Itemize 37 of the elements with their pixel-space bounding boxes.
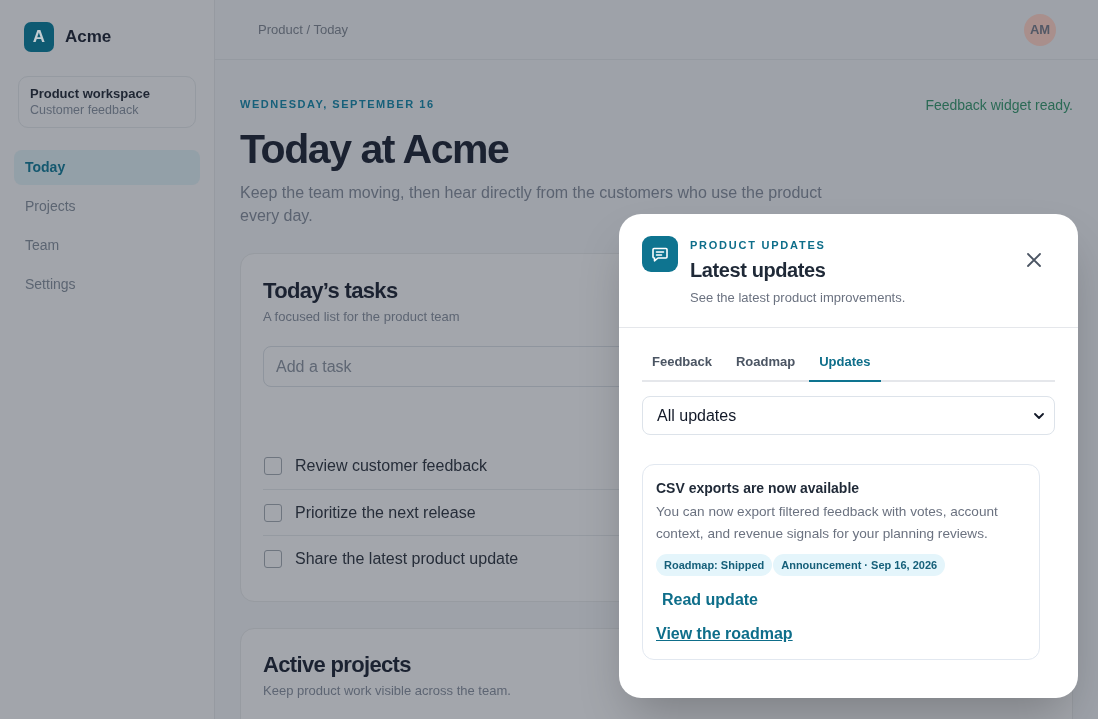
update-tag: Announcement · Sep 16, 2026 xyxy=(773,554,946,576)
chat-bubble-icon xyxy=(642,236,678,272)
status-message: Feedback widget ready. xyxy=(925,96,1073,115)
tab[interactable]: Updates xyxy=(809,344,881,382)
chevron-down-icon xyxy=(1034,412,1044,419)
breadcrumb: Product / Today xyxy=(258,20,349,39)
task-label: Review customer feedback xyxy=(295,456,488,476)
app-name: Acme xyxy=(65,26,112,49)
logo-mark: A xyxy=(24,22,54,52)
update-description: You can now export filtered feedback with votes, account context, and revenue signals for your planning reviews. xyxy=(656,503,999,543)
dialog-description: See the latest product improvements. xyxy=(690,289,906,307)
tab[interactable]: Feedback xyxy=(642,344,722,382)
close-icon xyxy=(1027,253,1041,267)
card-title: Active projects xyxy=(263,651,411,679)
roadmap-link[interactable]: View the roadmap xyxy=(656,623,793,645)
card-title: Today’s tasks xyxy=(263,277,398,305)
page-description: Keep the team moving, then hear directly from the customers who use the product every day. xyxy=(240,183,823,226)
dialog-eyebrow: PRODUCT UPDATES xyxy=(690,238,826,252)
workspace-description: Customer feedback xyxy=(30,102,139,118)
date-label: WEDNESDAY, SEPTEMBER 16 xyxy=(240,96,435,112)
page-title: Today at Acme xyxy=(240,125,509,174)
workspace-name: Product workspace xyxy=(30,86,150,102)
read-update-button[interactable]: Read update xyxy=(656,583,764,617)
update-tag: Roadmap: Shipped xyxy=(656,554,773,576)
checkbox[interactable] xyxy=(264,457,282,475)
checkbox[interactable] xyxy=(264,503,282,522)
tab[interactable]: Roadmap xyxy=(726,344,806,382)
task-label: Share the latest product update xyxy=(295,548,519,569)
update-title: CSV exports are now available xyxy=(656,479,860,498)
nav-item[interactable]: Today xyxy=(14,150,200,185)
workspace-switcher[interactable]: Product workspace Customer feedback xyxy=(18,76,196,128)
card-description: A focused list for the product team xyxy=(263,308,460,326)
dialog-title: Latest updates xyxy=(690,258,826,283)
task-label: Prioritize the next release xyxy=(295,502,476,523)
filter-select[interactable]: All updates xyxy=(642,396,1055,435)
card-description: Keep product work visible across the team. xyxy=(263,682,511,700)
checkbox[interactable] xyxy=(264,549,282,568)
